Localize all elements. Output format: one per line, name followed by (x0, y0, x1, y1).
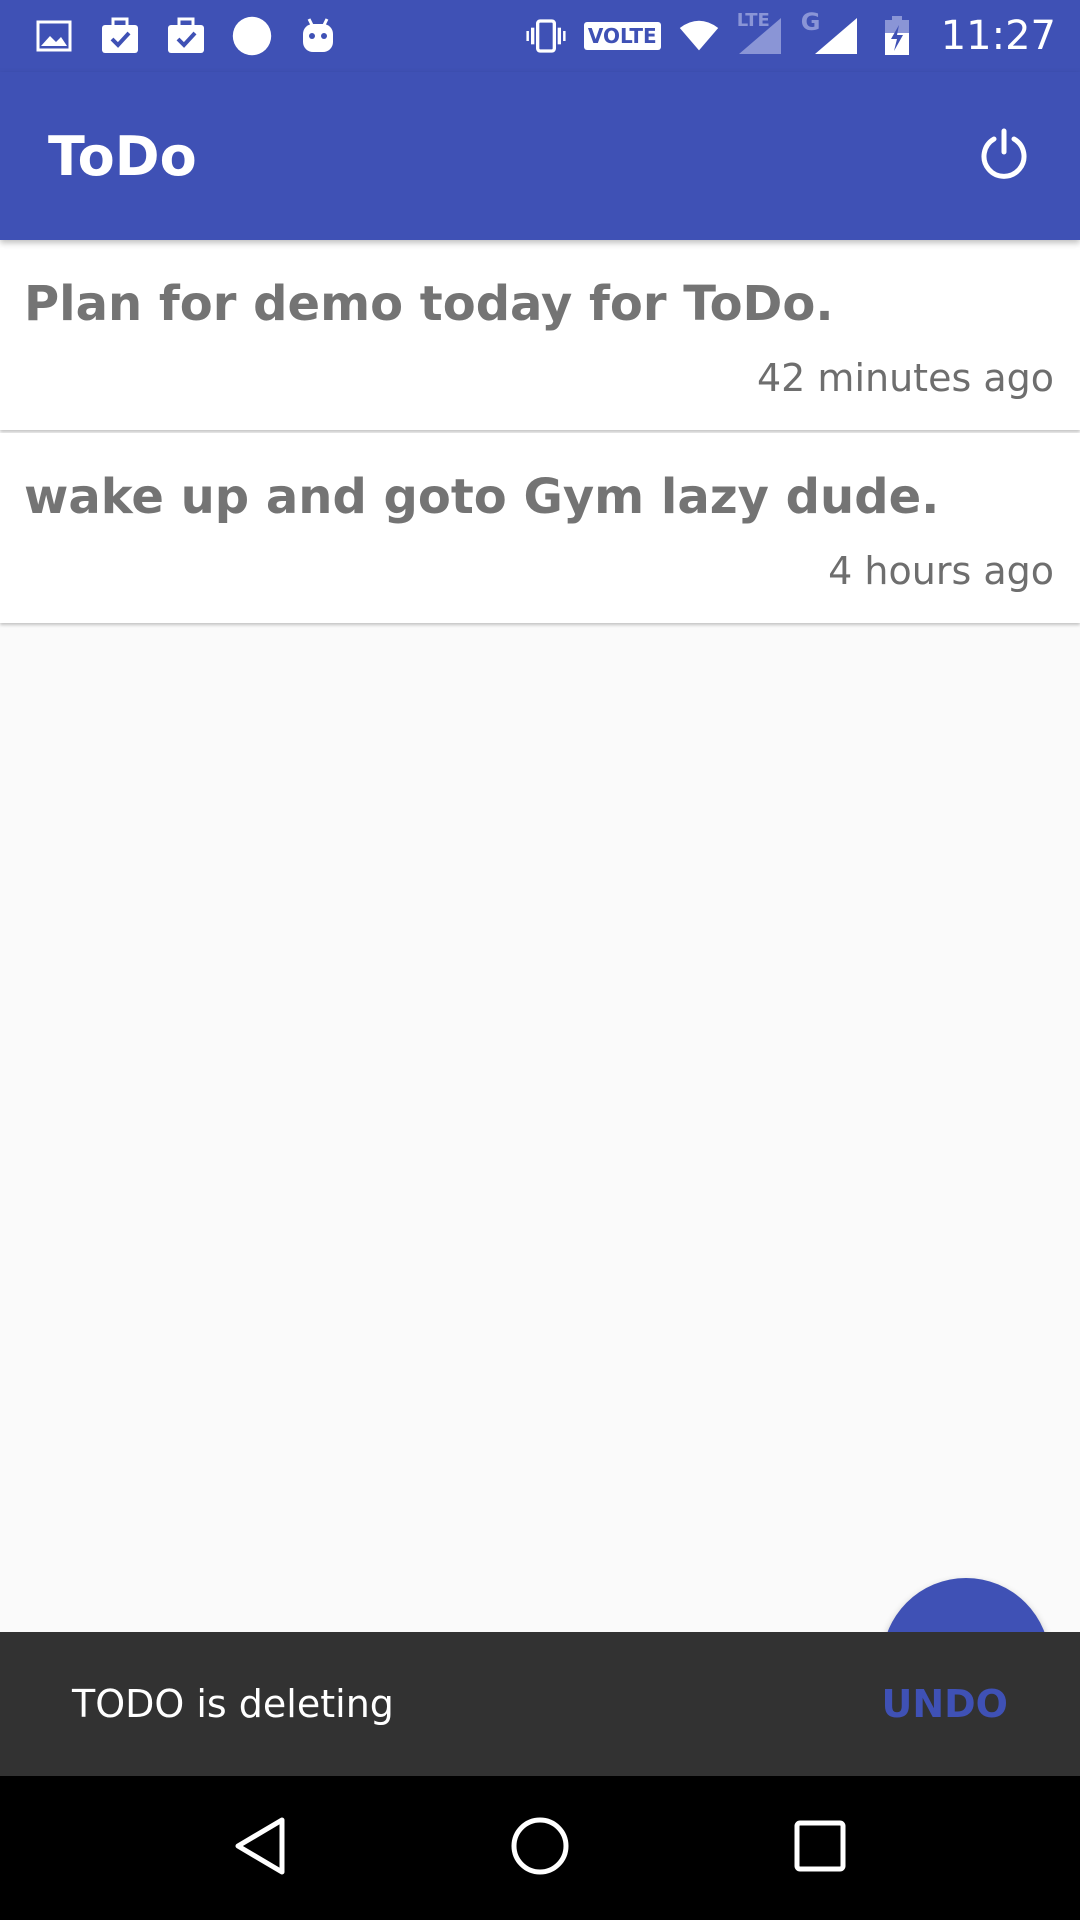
recents-button[interactable] (772, 1800, 868, 1896)
todo-item[interactable]: wake up and goto Gym lazy dude. 4 hours … (0, 433, 1080, 623)
image-icon (34, 16, 74, 56)
g-label: G (800, 8, 821, 36)
undo-button[interactable]: UNDO (881, 1682, 1008, 1726)
power-button[interactable] (968, 120, 1040, 192)
todo-item[interactable]: Plan for demo today for ToDo. 42 minutes… (0, 240, 1080, 430)
todo-timestamp: 4 hours ago (828, 549, 1054, 593)
wifi-icon (679, 16, 719, 56)
app-bar: ToDo (0, 72, 1080, 240)
signal-lte-icon: LTE (737, 10, 783, 56)
snackbar: TODO is deleting UNDO (0, 1632, 1080, 1776)
status-left-icons (34, 16, 338, 56)
android-icon (298, 16, 338, 56)
back-icon (232, 1816, 288, 1881)
todo-text: Plan for demo today for ToDo. (24, 276, 834, 332)
snackbar-message: TODO is deleting (72, 1682, 394, 1726)
battery-charging-icon (877, 16, 917, 56)
lte-label: LTE (736, 10, 770, 31)
briefcase-check-icon (166, 16, 206, 56)
volte-icon: VOLTE (583, 22, 661, 50)
status-clock: 11:27 (940, 13, 1056, 59)
vibrate-icon (526, 16, 566, 56)
status-bar: VOLTE LTE G 11:27 (0, 0, 1080, 72)
power-icon (978, 128, 1030, 185)
app-title: ToDo (48, 124, 197, 188)
todo-text: wake up and goto Gym lazy dude. (24, 469, 940, 525)
signal-g-icon: G (801, 8, 859, 56)
status-right-icons: VOLTE LTE G 11:27 (526, 8, 1056, 59)
recents-icon (794, 1820, 846, 1877)
todo-timestamp: 42 minutes ago (757, 356, 1054, 400)
todo-list: Plan for demo today for ToDo. 42 minutes… (0, 240, 1080, 626)
home-icon (510, 1816, 570, 1881)
home-button[interactable] (492, 1800, 588, 1896)
navigation-bar (0, 1776, 1080, 1920)
circle-icon (232, 16, 272, 56)
back-button[interactable] (212, 1800, 308, 1896)
briefcase-check-icon (100, 16, 140, 56)
